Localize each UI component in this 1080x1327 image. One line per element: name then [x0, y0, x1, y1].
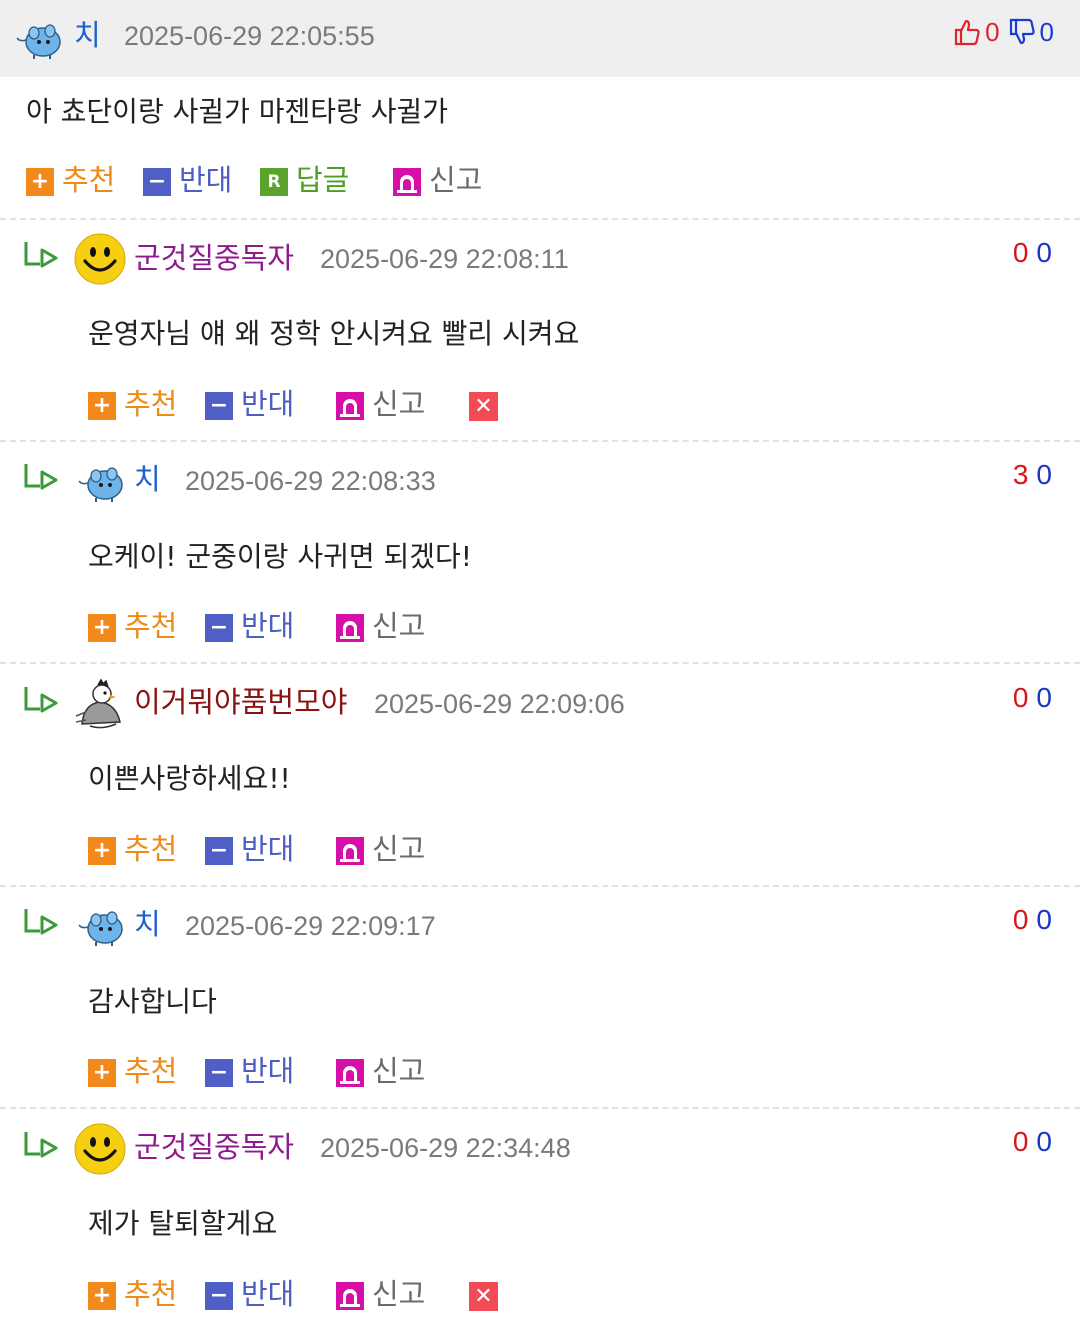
reply-vote-counts: 30 — [1012, 459, 1052, 490]
blue-creature-avatar[interactable] — [14, 20, 66, 60]
reply-action-row: + 추천 − 반대 신고 ✕ — [88, 386, 528, 422]
reply-comment-text: 감사합니다 — [88, 985, 217, 1018]
delete-icon[interactable]: ✕ — [469, 1282, 498, 1311]
minus-icon: − — [205, 837, 233, 865]
plus-icon: + — [26, 168, 54, 196]
reply-arrow-icon — [22, 907, 62, 939]
parent-down-count: 0 — [1039, 17, 1054, 47]
minus-icon: − — [205, 1282, 233, 1310]
siren-icon — [336, 614, 364, 642]
plus-icon: + — [88, 837, 116, 865]
reply-author-name[interactable]: 군것질중독자 — [134, 241, 294, 275]
reply-action-row: + 추천 − 반대 신고 — [88, 1053, 468, 1089]
plus-icon: + — [88, 1059, 116, 1087]
thumbs-up-icon[interactable] — [953, 17, 983, 47]
reply-author-name[interactable]: 치 — [134, 462, 161, 496]
siren-icon — [336, 837, 364, 865]
bird-avatar[interactable] — [72, 678, 126, 732]
reply-vote-counts: 00 — [1012, 682, 1052, 713]
comment-divider — [0, 440, 1080, 442]
reply-timestamp: 2025-06-29 22:09:17 — [185, 911, 436, 941]
comment-divider — [0, 885, 1080, 887]
reply-arrow-icon — [22, 462, 62, 494]
reply-action-row: + 추천 − 반대 신고 — [88, 831, 468, 867]
comment-divider — [0, 1107, 1080, 1109]
siren-icon — [393, 168, 421, 196]
reply-r-icon: R — [260, 168, 288, 196]
reply-comment-text: 오케이! 군중이랑 사귀면 되겠다! — [88, 540, 473, 573]
siren-icon — [336, 392, 364, 420]
reply-timestamp: 2025-06-29 22:08:11 — [320, 244, 569, 274]
parent-author-name[interactable]: 치 — [74, 18, 101, 52]
reply-arrow-icon — [22, 240, 62, 272]
reply-arrow-icon — [22, 685, 62, 717]
minus-icon: − — [205, 1059, 233, 1087]
siren-icon — [336, 1059, 364, 1087]
reply-vote-counts: 00 — [1012, 1126, 1052, 1157]
reply-vote-counts: 00 — [1012, 904, 1052, 935]
reply-author-name[interactable]: 군것질중독자 — [134, 1130, 294, 1164]
reply-author-name[interactable]: 치 — [134, 907, 161, 941]
minus-icon: − — [205, 614, 233, 642]
parent-action-row: + 추천 − 반대 R 답글 신고 — [26, 162, 526, 198]
reply-comment-text: 이쁜사랑하세요!! — [88, 762, 291, 795]
reply-timestamp: 2025-06-29 22:34:48 — [320, 1133, 571, 1163]
parent-up-count: 0 — [985, 17, 1000, 47]
reply-vote-counts: 00 — [1012, 237, 1052, 268]
reply-action-row: + 추천 − 반대 신고 — [88, 608, 468, 644]
reply-action-row: + 추천 − 반대 신고 ✕ — [88, 1276, 528, 1312]
comment-divider — [0, 218, 1080, 220]
minus-icon: − — [143, 168, 171, 196]
blue-creature-avatar[interactable] — [76, 463, 128, 503]
reply-comment-text: 운영자님 얘 왜 정학 안시켜요 빨리 시켜요 — [88, 317, 580, 350]
parent-vote-counts: 0 0 — [953, 16, 1054, 48]
blue-creature-avatar[interactable] — [76, 907, 128, 947]
reply-arrow-icon — [22, 1130, 62, 1162]
smiley-avatar[interactable] — [74, 233, 126, 285]
plus-icon: + — [88, 392, 116, 420]
parent-comment-text: 아 쵸단이랑 사귈가 마젠타랑 사귈가 — [26, 95, 449, 128]
siren-icon — [336, 1282, 364, 1310]
smiley-avatar[interactable] — [74, 1123, 126, 1175]
reply-comment-text: 제가 탈퇴할게요 — [88, 1207, 278, 1240]
plus-icon: + — [88, 614, 116, 642]
thumbs-down-icon[interactable] — [1008, 17, 1038, 47]
plus-icon: + — [88, 1282, 116, 1310]
delete-icon[interactable]: ✕ — [469, 392, 498, 421]
comment-divider — [0, 662, 1080, 664]
parent-timestamp: 2025-06-29 22:05:55 — [124, 21, 375, 51]
reply-timestamp: 2025-06-29 22:09:06 — [374, 689, 625, 719]
reply-timestamp: 2025-06-29 22:08:33 — [185, 466, 436, 496]
minus-icon: − — [205, 392, 233, 420]
reply-author-name[interactable]: 이거뭐야품번모야 — [134, 685, 347, 719]
